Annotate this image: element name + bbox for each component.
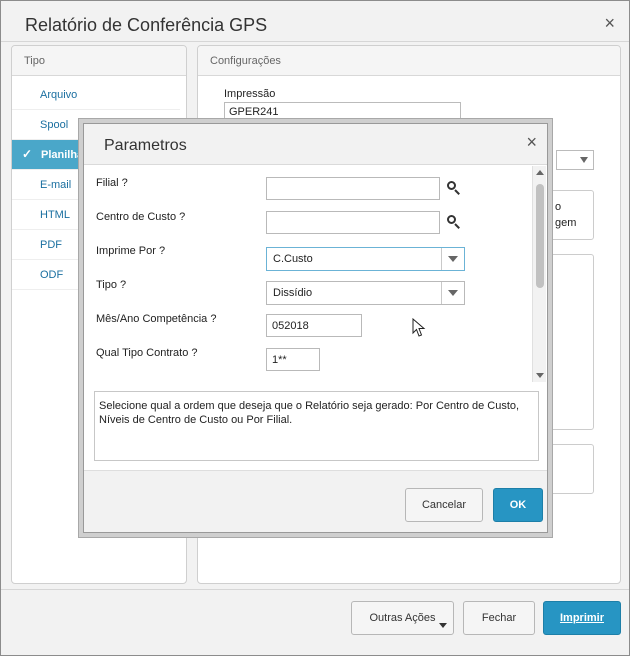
ok-button[interactable]: OK: [493, 488, 543, 522]
footer-separator: [1, 589, 629, 590]
help-text: Selecione qual a ordem que deseja que o …: [94, 391, 539, 461]
centro-custo-input[interactable]: [266, 211, 440, 234]
tipo-item-label: Spool: [40, 119, 69, 131]
tipo-item-label: PDF: [40, 239, 62, 251]
search-icon[interactable]: [447, 215, 461, 229]
caret-down-icon: [439, 623, 447, 628]
search-icon[interactable]: [447, 181, 461, 195]
fechar-button[interactable]: Fechar: [463, 601, 535, 635]
mes-ano-label: Mês/Ano Competência ?: [96, 313, 217, 325]
centro-custo-label: Centro de Custo ?: [96, 211, 186, 223]
tipo-item-label: HTML: [40, 209, 70, 221]
dialog-footer: Cancelar OK: [84, 470, 547, 532]
tipo-select[interactable]: Dissídio: [266, 281, 465, 305]
imprime-por-value: C.Custo: [273, 253, 313, 265]
dialog-close-icon[interactable]: ×: [526, 132, 537, 153]
tipo-value: Dissídio: [273, 287, 313, 299]
scroll-down-icon[interactable]: [536, 373, 544, 378]
window-close-icon[interactable]: ×: [604, 13, 615, 34]
config-option-text-2: gem: [555, 217, 577, 229]
fechar-label: Fechar: [481, 612, 517, 624]
config-group-box-2: [548, 444, 594, 494]
filial-label: Filial ?: [96, 177, 128, 189]
ok-label: OK: [509, 499, 527, 511]
parametros-dialog: Parametros × Filial ? Centro de Custo ? …: [83, 123, 548, 533]
parameters-scrollbar[interactable]: [532, 166, 546, 382]
dialog-header: Parametros ×: [84, 124, 547, 165]
imprimir-button[interactable]: Imprimir: [543, 601, 621, 635]
dialog-overlay: Parametros × Filial ? Centro de Custo ? …: [78, 118, 553, 538]
title-separator: [1, 41, 629, 42]
cancel-button[interactable]: Cancelar: [405, 488, 483, 522]
imprime-por-label: Imprime Por ?: [96, 245, 166, 257]
config-select[interactable]: [556, 150, 594, 170]
chevron-down-icon: [448, 256, 458, 262]
tipo-label: Tipo ?: [96, 279, 127, 291]
scroll-thumb[interactable]: [536, 184, 544, 288]
mouse-cursor-icon: [412, 318, 426, 337]
parameters-list: Filial ? Centro de Custo ? Imprime Por ?…: [84, 165, 531, 383]
cancel-label: Cancelar: [421, 499, 467, 511]
tipo-item-label: Planilha: [41, 149, 84, 161]
tipo-item-label: E-mail: [40, 179, 72, 191]
tipo-item-label: Arquivo: [40, 89, 78, 101]
chevron-down-icon: [580, 157, 588, 163]
imprimir-label: Imprimir: [559, 612, 604, 624]
tipo-contrato-input[interactable]: [266, 348, 320, 371]
config-option-box[interactable]: o gem: [548, 190, 594, 240]
tipo-panel-header: Tipo: [12, 46, 186, 76]
outras-acoes-button[interactable]: Outras Ações: [351, 601, 454, 635]
imprime-por-select[interactable]: C.Custo: [266, 247, 465, 271]
config-option-text: o: [555, 201, 562, 213]
window-title: Relatório de Conferência GPS: [25, 15, 268, 35]
tipo-item-label: ODF: [40, 269, 64, 281]
config-group-box: [548, 254, 594, 430]
config-panel-header: Configurações: [198, 46, 620, 76]
mes-ano-input[interactable]: [266, 314, 362, 337]
outras-acoes-label: Outras Ações: [369, 612, 436, 624]
filial-input[interactable]: [266, 177, 440, 200]
checkmark-icon: ✓: [22, 147, 33, 161]
tipo-item-arquivo[interactable]: Arquivo: [12, 76, 180, 110]
impressao-label: Impressão: [224, 88, 276, 100]
dialog-title: Parametros: [104, 137, 187, 154]
scroll-up-icon[interactable]: [536, 170, 544, 175]
chevron-down-icon: [448, 290, 458, 296]
tipo-contrato-label: Qual Tipo Contrato ?: [96, 347, 198, 359]
